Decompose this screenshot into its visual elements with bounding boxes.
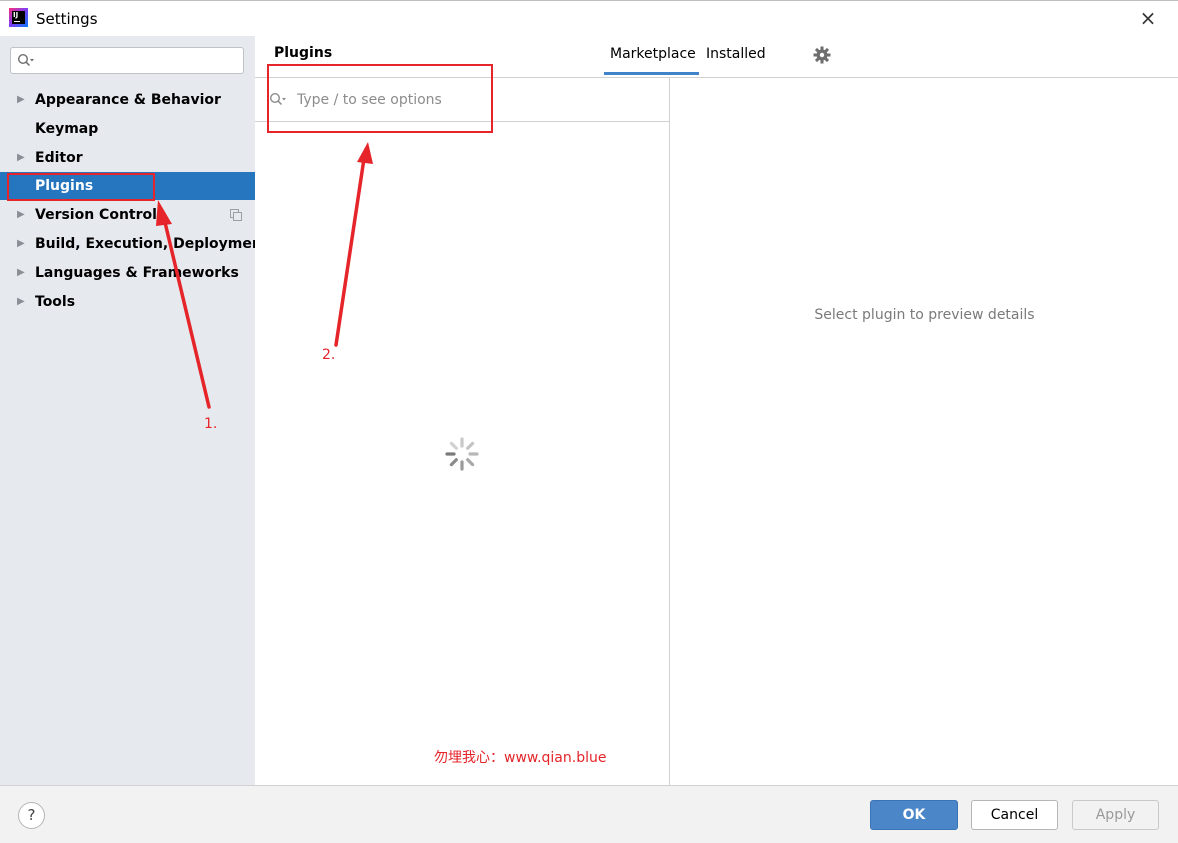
apply-button[interactable]: Apply bbox=[1072, 800, 1159, 830]
title-bar: IJ Settings × bbox=[0, 0, 1178, 36]
sidebar-item-languages-frameworks[interactable]: ▶ Languages & Frameworks bbox=[0, 259, 255, 287]
expand-arrow-icon: ▶ bbox=[17, 267, 25, 278]
expand-arrow-icon: ▶ bbox=[17, 296, 25, 307]
sidebar-item-build-execution-deployment[interactable]: ▶ Build, Execution, Deployment bbox=[0, 230, 269, 258]
tab-installed[interactable]: Installed bbox=[706, 46, 766, 62]
expand-arrow-icon: ▶ bbox=[17, 152, 25, 163]
active-tab-indicator bbox=[604, 72, 699, 75]
close-icon[interactable]: × bbox=[1136, 7, 1160, 31]
sidebar-item-appearance-behavior[interactable]: ▶ Appearance & Behavior bbox=[0, 86, 255, 114]
watermark-text: 勿埋我心：www.qian.blue bbox=[434, 750, 607, 766]
sidebar-search-input[interactable] bbox=[10, 47, 244, 74]
plugin-list-pane bbox=[255, 78, 670, 785]
expand-arrow-icon: ▶ bbox=[17, 94, 25, 105]
sidebar-item-label: Keymap bbox=[35, 121, 99, 137]
sidebar-item-label: Tools bbox=[35, 294, 76, 310]
cancel-button[interactable]: Cancel bbox=[971, 800, 1058, 830]
sidebar-item-editor[interactable]: ▶ Editor bbox=[0, 144, 255, 172]
app-logo-icon: IJ bbox=[9, 8, 28, 27]
sidebar-item-label: Languages & Frameworks bbox=[35, 265, 239, 281]
loading-spinner-icon bbox=[445, 437, 479, 471]
page-title: Plugins bbox=[274, 45, 333, 61]
sidebar-item-tools[interactable]: ▶ Tools bbox=[0, 288, 255, 316]
annotation-box-plugins bbox=[7, 173, 155, 201]
gear-icon[interactable] bbox=[813, 46, 831, 64]
search-icon bbox=[17, 53, 34, 67]
sidebar-item-label: Build, Execution, Deployment bbox=[35, 236, 269, 252]
dialog-footer: ? OK Cancel Apply bbox=[0, 785, 1178, 843]
sidebar-item-label: Editor bbox=[35, 150, 83, 166]
copy-icon bbox=[230, 209, 242, 221]
sidebar-item-label: Version Control bbox=[35, 207, 157, 223]
ok-button[interactable]: OK bbox=[870, 800, 958, 830]
tab-marketplace[interactable]: Marketplace bbox=[610, 46, 696, 62]
annotation-box-search bbox=[267, 64, 493, 133]
settings-sidebar: ▶ Appearance & Behavior Keymap ▶ Editor … bbox=[0, 36, 269, 785]
help-icon[interactable]: ? bbox=[18, 802, 45, 829]
annotation-step-1: 1. bbox=[204, 416, 218, 432]
sidebar-item-version-control[interactable]: ▶ Version Control bbox=[0, 201, 255, 229]
sidebar-item-label: Appearance & Behavior bbox=[35, 92, 221, 108]
annotation-step-2: 2. bbox=[322, 347, 336, 363]
sidebar-item-keymap[interactable]: Keymap bbox=[0, 115, 255, 143]
expand-arrow-icon: ▶ bbox=[17, 209, 25, 220]
window-title: Settings bbox=[36, 10, 98, 28]
plugin-detail-pane: Select plugin to preview details bbox=[671, 78, 1178, 785]
expand-arrow-icon: ▶ bbox=[17, 238, 25, 249]
detail-placeholder: Select plugin to preview details bbox=[814, 307, 1035, 323]
